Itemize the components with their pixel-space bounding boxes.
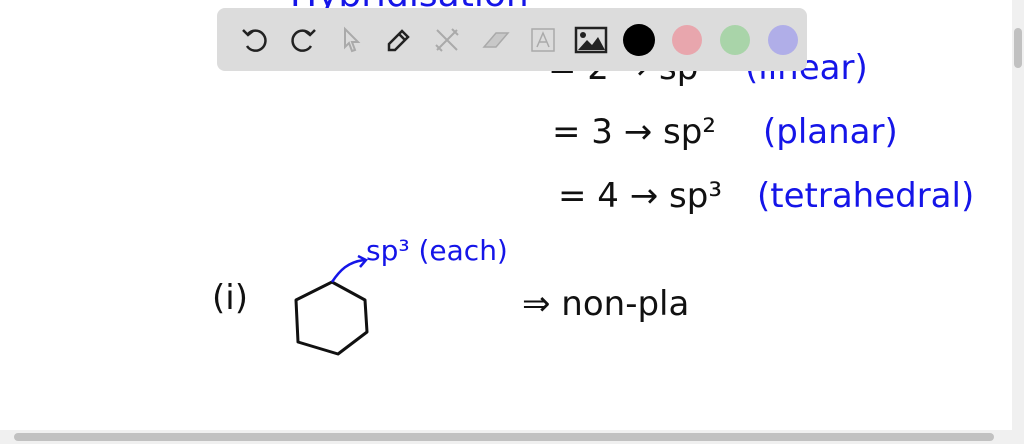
conclusion-text: ⇒ non-pla: [522, 284, 690, 324]
color-purple[interactable]: [759, 20, 807, 60]
redo-icon[interactable]: [279, 20, 327, 60]
drawing-toolbar: [217, 8, 807, 71]
undo-icon[interactable]: [231, 20, 279, 60]
color-swatch: [720, 24, 750, 55]
line-sp3-eq: = 4 → sp³: [558, 176, 722, 216]
color-swatch: [768, 24, 798, 55]
vertical-scroll-thumb[interactable]: [1014, 28, 1022, 68]
color-black[interactable]: [615, 20, 663, 60]
eraser-icon[interactable]: [471, 20, 519, 60]
color-swatch: [672, 24, 702, 55]
line-sp2-note: (planar): [763, 112, 898, 152]
vertical-scrollbar[interactable]: [1012, 0, 1024, 430]
color-green[interactable]: [711, 20, 759, 60]
color-pink[interactable]: [663, 20, 711, 60]
image-icon[interactable]: [567, 20, 615, 60]
tools-icon[interactable]: [423, 20, 471, 60]
line-sp3-note: (tetrahedral): [757, 176, 975, 216]
line-sp2-eq: = 3 → sp²: [552, 112, 716, 152]
pointer-icon[interactable]: [327, 20, 375, 60]
text-icon[interactable]: [519, 20, 567, 60]
label-i: (i): [212, 278, 248, 318]
pen-icon[interactable]: [375, 20, 423, 60]
horizontal-scroll-thumb[interactable]: [14, 433, 994, 441]
horizontal-scrollbar[interactable]: [0, 430, 1024, 444]
cyclohexane-drawing: [294, 254, 369, 356]
color-swatch: [623, 23, 655, 56]
